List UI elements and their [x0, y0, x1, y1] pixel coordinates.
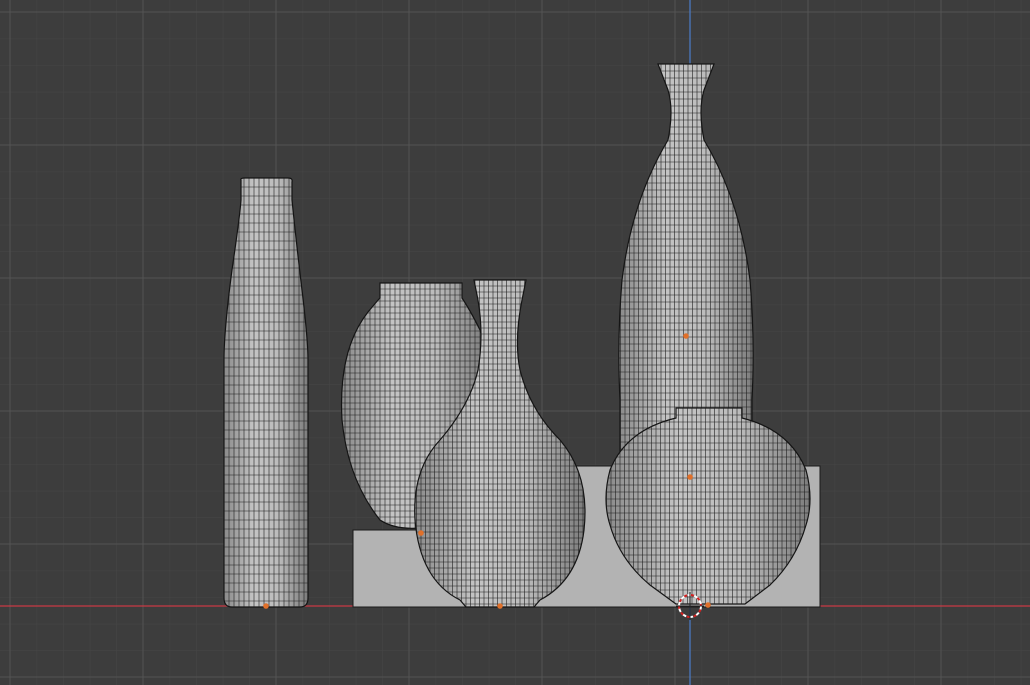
tall-bottle[interactable]	[223, 177, 309, 608]
origin-dot-icon	[263, 603, 269, 609]
origin-dot-icon	[418, 530, 424, 536]
origin-dot-icon	[705, 602, 711, 608]
origin-dot-icon	[683, 333, 689, 339]
3d-viewport[interactable]	[0, 0, 1030, 685]
origin-dot-icon	[497, 603, 503, 609]
origin-dot-icon	[687, 474, 693, 480]
